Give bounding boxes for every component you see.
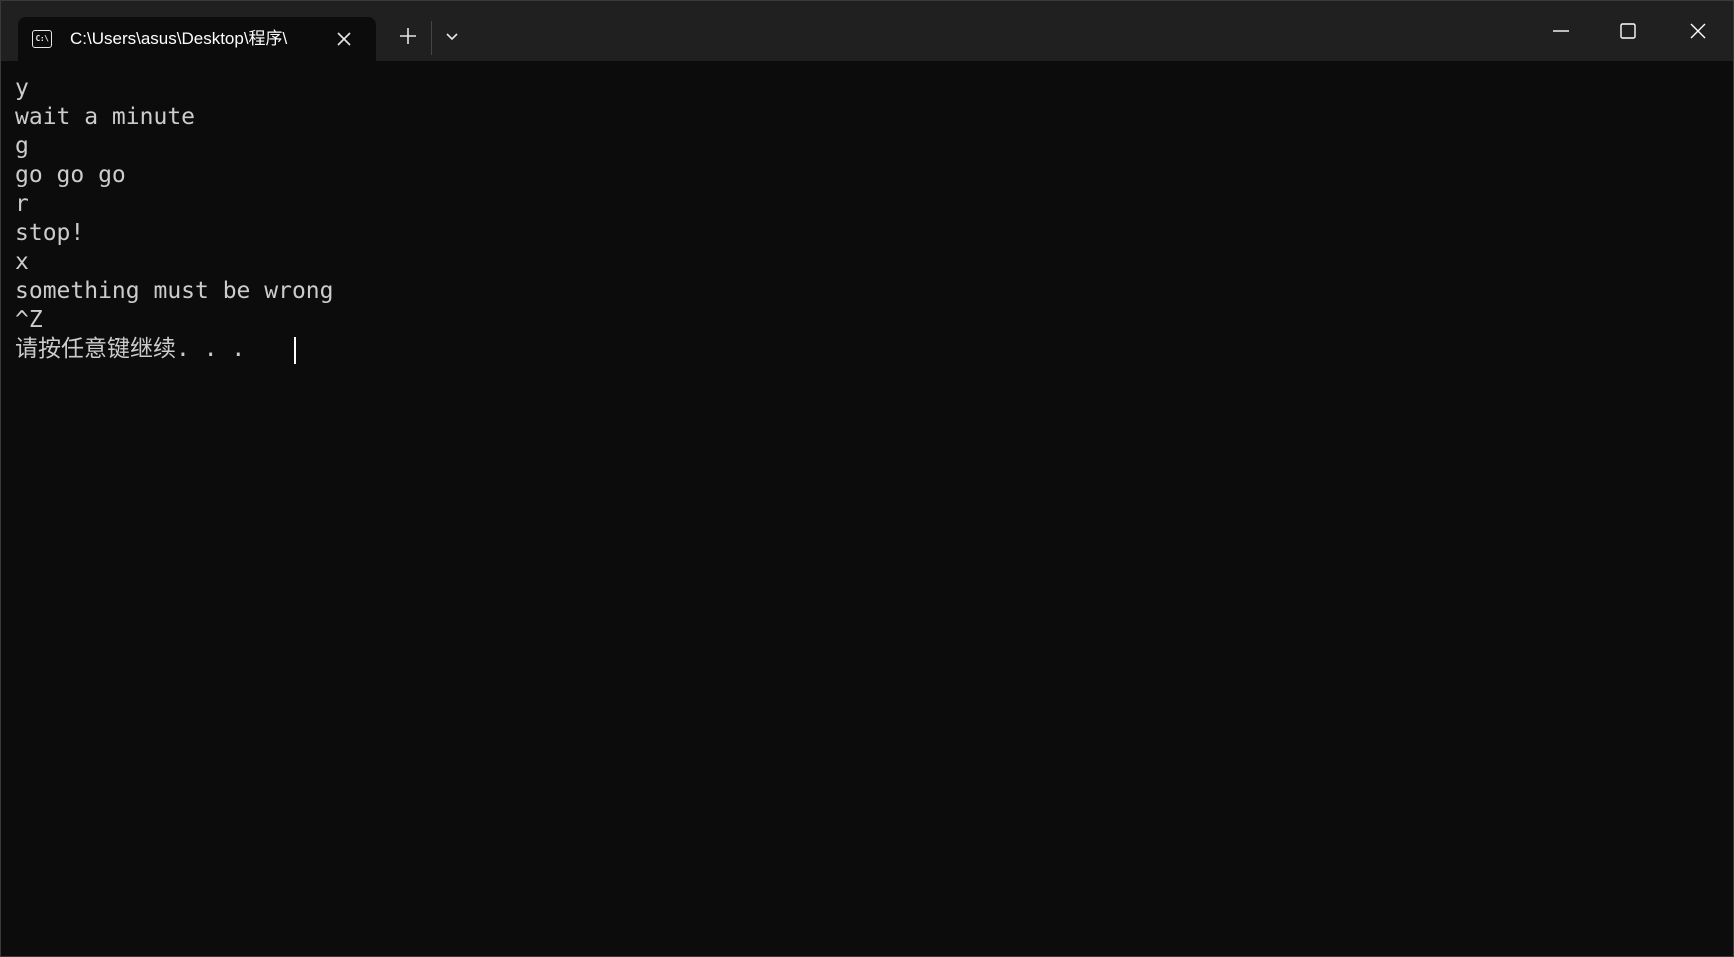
close-icon — [1690, 23, 1706, 39]
console-icon: C:\ — [32, 30, 52, 48]
console-prompt-line: 请按任意键继续. . . — [15, 336, 246, 362]
console-line: go go go — [15, 162, 126, 188]
console-line: r — [15, 191, 29, 217]
minimize-icon — [1553, 30, 1569, 32]
terminal-window: C:\ C:\Users\asus\Desktop\程序\ y wait a m… — [0, 0, 1734, 957]
text-cursor — [294, 337, 296, 364]
console-line: ^Z — [15, 307, 43, 333]
terminal-tab[interactable]: C:\ C:\Users\asus\Desktop\程序\ — [18, 17, 376, 61]
console-line: wait a minute — [15, 104, 196, 130]
tab-title: C:\Users\asus\Desktop\程序\ — [70, 29, 288, 48]
plus-icon — [400, 28, 416, 44]
console-output[interactable]: y wait a minute g go go go r stop! x som… — [1, 61, 1733, 956]
tab-dropdown-button[interactable] — [437, 19, 467, 53]
console-line: x — [15, 249, 29, 275]
scrollbar[interactable] — [1723, 61, 1733, 956]
close-icon — [337, 32, 351, 46]
chevron-down-icon — [446, 33, 458, 41]
tab-close-button[interactable] — [334, 29, 354, 49]
minimize-button[interactable] — [1537, 7, 1585, 55]
tab-separator — [431, 21, 432, 55]
console-line: y — [15, 75, 29, 101]
title-bar[interactable]: C:\ C:\Users\asus\Desktop\程序\ — [1, 1, 1733, 61]
window-close-button[interactable] — [1674, 7, 1722, 55]
maximize-icon — [1620, 23, 1636, 39]
console-line: something must be wrong — [15, 278, 334, 304]
maximize-button[interactable] — [1604, 7, 1652, 55]
new-tab-button[interactable] — [391, 19, 425, 53]
console-line: stop! — [15, 220, 85, 246]
console-line: g — [15, 133, 29, 159]
